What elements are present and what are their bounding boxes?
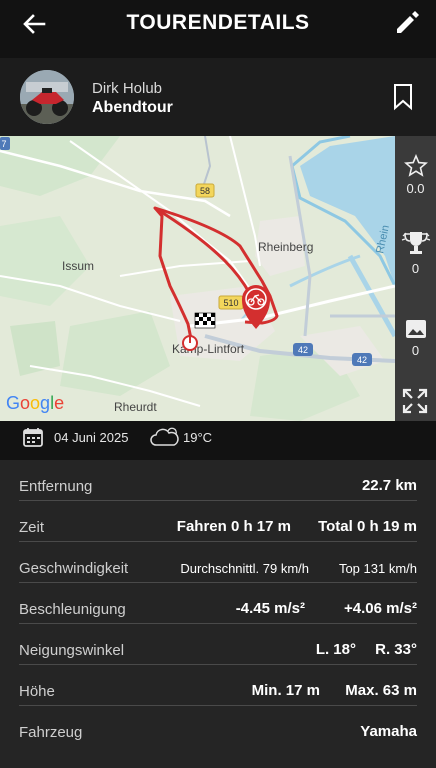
bookmark-icon[interactable] [392, 83, 414, 111]
avatar[interactable] [20, 70, 74, 124]
stat-label: Zeit [19, 519, 45, 536]
tour-stats: Entfernung 22.7 km Zeit Fahren 0 h 17 m … [0, 460, 436, 768]
cloudy-weather-icon [150, 427, 179, 446]
map-label-rheurdt: Rheurdt [114, 400, 157, 414]
trophy-count: 0 [411, 261, 420, 276]
road-shield-42-east: 42 [352, 353, 372, 366]
photo-count: 0 [411, 343, 420, 358]
stat-row-vehicle: Fahrzeug Yamaha [19, 706, 417, 747]
svg-text:42: 42 [298, 345, 308, 355]
road-shield-7: 7 [0, 137, 10, 150]
svg-text:7: 7 [1, 139, 6, 149]
lean-right: R. 33° [375, 641, 417, 658]
svg-text:510: 510 [223, 298, 238, 308]
stat-label: Neigungswinkel [19, 642, 125, 659]
motorcycle-photo [20, 70, 74, 124]
stat-label: Beschleunigung [19, 601, 126, 618]
photos-button[interactable]: 0 [395, 318, 436, 358]
trophy-button[interactable]: 0 [395, 230, 436, 276]
edit-pencil-icon[interactable] [392, 8, 422, 38]
road-shield-58: 58 [195, 183, 215, 198]
stat-row-time: Zeit Fahren 0 h 17 m Total 0 h 19 m [19, 501, 417, 542]
stat-label: Entfernung [19, 478, 93, 495]
min-altitude: Min. 17 m [251, 682, 320, 699]
rating-value: 0.0 [406, 181, 425, 196]
star-icon [403, 153, 428, 177]
riding-time: Fahren 0 h 17 m [176, 518, 291, 535]
stat-label: Höhe [19, 683, 55, 700]
svg-text:58: 58 [200, 186, 210, 196]
google-logo: Google [6, 393, 64, 413]
tour-name: Abendtour [92, 99, 173, 116]
fullscreen-icon[interactable] [400, 386, 430, 416]
distance-value: 22.7 km [361, 477, 417, 494]
stat-label: Geschwindigkeit [19, 560, 129, 577]
stat-row-speed: Geschwindigkeit Durchschnittl. 79 km/h T… [19, 542, 417, 583]
image-icon [405, 320, 426, 338]
min-acceleration: -4.45 m/s² [235, 600, 305, 617]
tour-owner-row: Dirk Holub Abendtour [0, 58, 436, 136]
map-side-panel: 0.0 0 0 [395, 136, 436, 421]
top-bar: TOURENDETAILS [0, 0, 436, 48]
stat-label: Fahrzeug [19, 724, 83, 741]
lean-left: L. 18° [315, 641, 356, 658]
trophy-icon [401, 232, 430, 254]
map-canvas[interactable]: 58 510 42 42 7 Rheinberg Issum Kamp-Lint… [0, 136, 395, 421]
rating-button[interactable]: 0.0 [395, 153, 436, 196]
average-speed: Durchschnittl. 79 km/h [180, 561, 309, 576]
page-title: TOURENDETAILS [126, 11, 310, 34]
total-time: Total 0 h 19 m [318, 518, 417, 535]
max-altitude: Max. 63 m [345, 682, 417, 699]
tour-date: 04 Juni 2025 [54, 430, 129, 445]
stat-row-altitude: Höhe Min. 17 m Max. 63 m [19, 665, 417, 706]
map-label-issum: Issum [62, 259, 94, 273]
road-shield-510: 510 [218, 295, 244, 310]
top-speed: Top 131 km/h [338, 561, 417, 576]
svg-text:42: 42 [357, 355, 367, 365]
stat-row-distance: Entfernung 22.7 km [19, 460, 417, 501]
user-name: Dirk Holub [92, 80, 163, 97]
stat-row-acceleration: Beschleunigung -4.45 m/s² +4.06 m/s² [19, 583, 417, 624]
route-map[interactable]: 58 510 42 42 7 Rheinberg Issum Kamp-Lint… [0, 136, 395, 421]
calendar-icon [23, 428, 43, 447]
stat-row-lean: Neigungswinkel L. 18° R. 33° [19, 624, 417, 665]
road-shield-42: 42 [293, 343, 313, 356]
tour-date-weather: 04 Juni 2025 19°C [0, 421, 436, 455]
vehicle-value: Yamaha [360, 723, 417, 740]
max-acceleration: +4.06 m/s² [344, 600, 417, 617]
map-label-rheinberg: Rheinberg [258, 240, 313, 254]
temperature: 19°C [183, 430, 213, 445]
